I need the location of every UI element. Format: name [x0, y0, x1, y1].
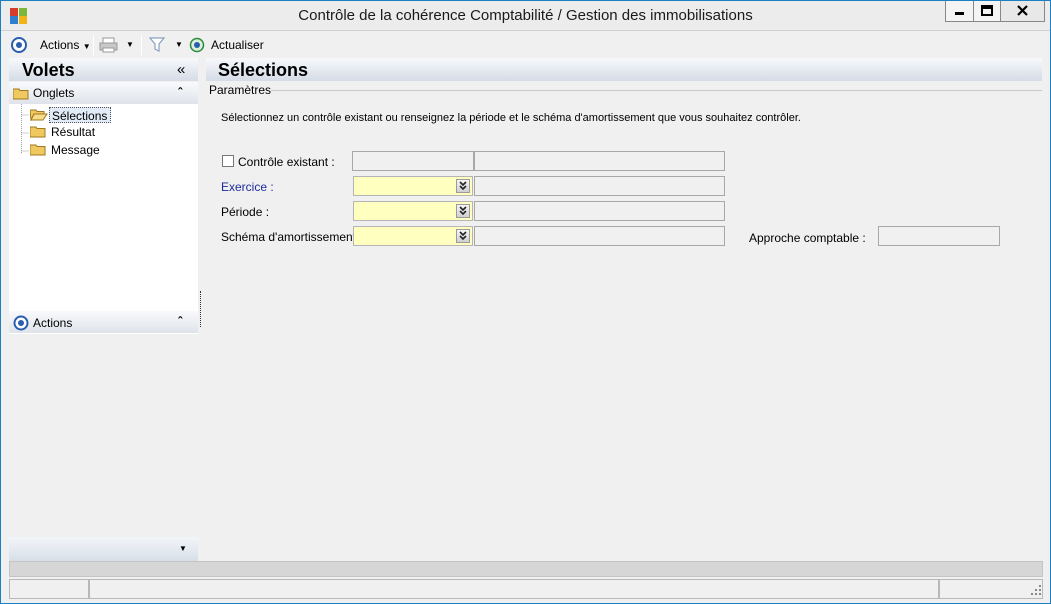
window-title: Contrôle de la cohérence Comptabilité / … [298, 7, 753, 24]
toolbar: Actions ▼ ▼ ▼ Actualiser [1, 32, 1050, 57]
minimize-button[interactable] [945, 1, 974, 22]
group-divider [271, 90, 1042, 91]
folder-icon [13, 88, 29, 100]
status-cell [9, 579, 89, 599]
filter-icon[interactable] [149, 36, 165, 53]
close-button[interactable] [1000, 1, 1045, 22]
close-icon [1017, 5, 1028, 16]
fiscal-year-description-field[interactable] [474, 176, 725, 196]
collapse-section-icon[interactable]: ˆ [178, 314, 182, 329]
horizontal-scrollbar[interactable] [9, 561, 1043, 577]
tree-item-message[interactable]: Message [49, 142, 103, 158]
depreciation-schema-description-field[interactable] [474, 226, 725, 246]
status-cell [89, 579, 939, 599]
actions-section-label: Actions [33, 316, 73, 330]
instruction-text: Sélectionnez un contrôle existant ou ren… [221, 112, 801, 124]
tree-item-resultat[interactable]: Résultat [49, 124, 98, 140]
page-title: Sélections [218, 60, 309, 80]
status-cell [939, 579, 1043, 599]
fiscal-year-combo[interactable] [353, 176, 473, 196]
actions-section-header[interactable]: Actions ˆ [9, 311, 198, 333]
side-panel: Volets « Onglets ˆ Sélections Résultat M… [9, 58, 198, 561]
refresh-icon[interactable] [189, 37, 205, 53]
open-folder-icon [30, 109, 48, 121]
tabs-section-header[interactable]: Onglets ˆ [9, 82, 198, 104]
period-label: Période : [221, 205, 270, 219]
content-header: Sélections [206, 58, 1042, 81]
panel-splitter[interactable] [200, 291, 202, 327]
side-panel-header: Volets « [9, 58, 198, 81]
depreciation-schema-label: Schéma d'amortissement : [221, 230, 363, 244]
depreciation-schema-combo[interactable] [353, 226, 473, 246]
panel-options-bar[interactable]: ▼ [9, 537, 198, 561]
fiscal-year-label: Exercice : [221, 180, 274, 194]
dropdown-arrow-icon: ▼ [82, 42, 91, 51]
double-chevron-down-icon[interactable] [456, 179, 470, 193]
folder-icon [30, 144, 46, 156]
refresh-button[interactable]: Actualiser [211, 38, 264, 52]
accounting-approach-label: Approche comptable : [749, 231, 866, 245]
maximize-icon [981, 5, 993, 16]
actions-icon [13, 315, 29, 331]
existing-control-description-field[interactable] [474, 151, 725, 171]
period-combo[interactable] [353, 201, 473, 221]
accounting-approach-field[interactable] [878, 226, 1000, 246]
actions-menu-button[interactable]: Actions ▼ [40, 38, 91, 52]
tabs-section-label: Onglets [33, 86, 75, 100]
parameters-group-label: Paramètres [209, 83, 272, 97]
application-window: Contrôle de la cohérence Comptabilité / … [0, 0, 1051, 604]
actions-icon [11, 37, 27, 53]
title-bar[interactable]: Contrôle de la cohérence Comptabilité / … [1, 1, 1050, 31]
print-dropdown-icon[interactable]: ▼ [126, 40, 134, 49]
period-description-field[interactable] [474, 201, 725, 221]
actions-section-body [9, 334, 198, 536]
side-panel-title: Volets [22, 60, 75, 80]
chevron-down-icon[interactable]: ▼ [179, 544, 187, 553]
printer-icon[interactable] [99, 37, 119, 53]
double-chevron-down-icon[interactable] [456, 229, 470, 243]
resize-grip-icon[interactable] [1031, 585, 1043, 597]
actions-menu-label: Actions [40, 38, 80, 52]
existing-control-checkbox[interactable] [222, 155, 234, 167]
toolbar-separator [141, 35, 142, 55]
tree-item-selections[interactable]: Sélections [49, 107, 112, 123]
minimize-icon [955, 12, 964, 15]
status-bar [1, 578, 1050, 603]
collapse-panel-icon[interactable]: « [177, 61, 185, 78]
existing-control-label: Contrôle existant : [238, 155, 335, 169]
existing-control-code-field[interactable] [352, 151, 474, 171]
folder-icon [30, 126, 46, 138]
filter-dropdown-icon[interactable]: ▼ [175, 40, 183, 49]
double-chevron-down-icon[interactable] [456, 204, 470, 218]
toolbar-separator [93, 35, 94, 55]
collapse-section-icon[interactable]: ˆ [178, 85, 182, 100]
maximize-button[interactable] [973, 1, 1001, 22]
